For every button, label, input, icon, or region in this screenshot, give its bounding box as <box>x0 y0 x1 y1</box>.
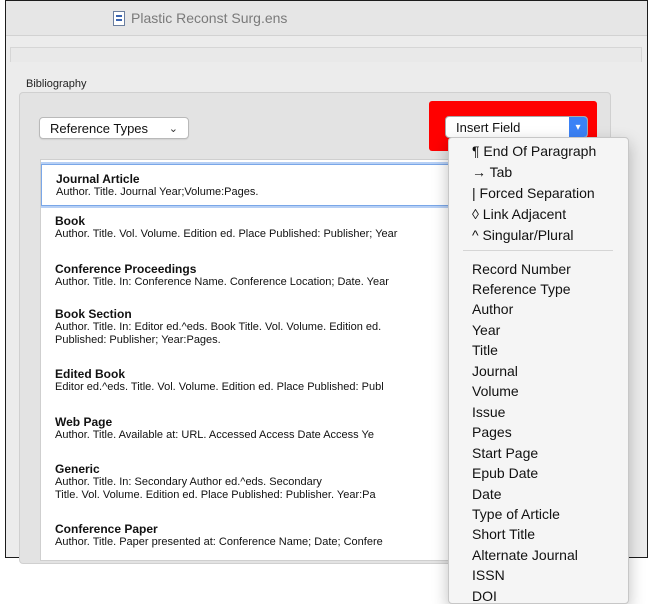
bibliography-label: Bibliography <box>26 78 87 90</box>
menu-item-tab[interactable]: → Tab <box>472 164 512 180</box>
menu-separator <box>463 250 613 251</box>
menu-item-date[interactable]: Date <box>472 486 502 502</box>
window-title: Plastic Reconst Surg.ens <box>113 10 287 26</box>
insert-field-dropdown[interactable]: Insert Field ▾ <box>445 116 588 138</box>
menu-item-issn[interactable]: ISSN <box>472 567 505 583</box>
menu-item-singular-plural[interactable]: ^ Singular/Plural <box>472 227 574 243</box>
menu-item-author[interactable]: Author <box>472 301 513 317</box>
menu-item-year[interactable]: Year <box>472 322 500 338</box>
insert-field-menu: ¶ End Of Paragraph → Tab | Forced Separa… <box>448 137 629 604</box>
menu-item-short-title[interactable]: Short Title <box>472 526 535 542</box>
menu-item-start-page[interactable]: Start Page <box>472 445 538 461</box>
insert-field-label: Insert Field <box>456 119 521 135</box>
title-bar: Plastic Reconst Surg.ens <box>6 1 647 36</box>
window-title-text: Plastic Reconst Surg.ens <box>131 10 288 26</box>
reference-types-label: Reference Types <box>50 120 149 136</box>
menu-item-volume[interactable]: Volume <box>472 383 519 399</box>
menu-item-type-of-article[interactable]: Type of Article <box>472 506 560 522</box>
menu-item-forced-separation[interactable]: | Forced Separation <box>472 185 595 201</box>
menu-item-end-of-paragraph[interactable]: ¶ End Of Paragraph <box>472 143 596 159</box>
menu-item-title[interactable]: Title <box>472 342 498 358</box>
dropdown-arrow-icon: ▾ <box>569 117 587 137</box>
menu-item-alternate-journal[interactable]: Alternate Journal <box>472 547 578 563</box>
menu-item-reference-type[interactable]: Reference Type <box>472 281 571 297</box>
reference-types-dropdown[interactable]: Reference Types ⌄ <box>39 117 189 139</box>
chevron-down-icon: ⌄ <box>168 122 178 135</box>
menu-item-record-number[interactable]: Record Number <box>472 261 571 277</box>
menu-item-link-adjacent[interactable]: ◊ Link Adjacent <box>472 206 566 222</box>
menu-item-pages[interactable]: Pages <box>472 424 512 440</box>
pane-border <box>10 47 642 62</box>
menu-item-epub-date[interactable]: Epub Date <box>472 465 538 481</box>
menu-item-journal[interactable]: Journal <box>472 363 518 379</box>
document-icon <box>113 10 125 26</box>
menu-item-issue[interactable]: Issue <box>472 404 505 420</box>
